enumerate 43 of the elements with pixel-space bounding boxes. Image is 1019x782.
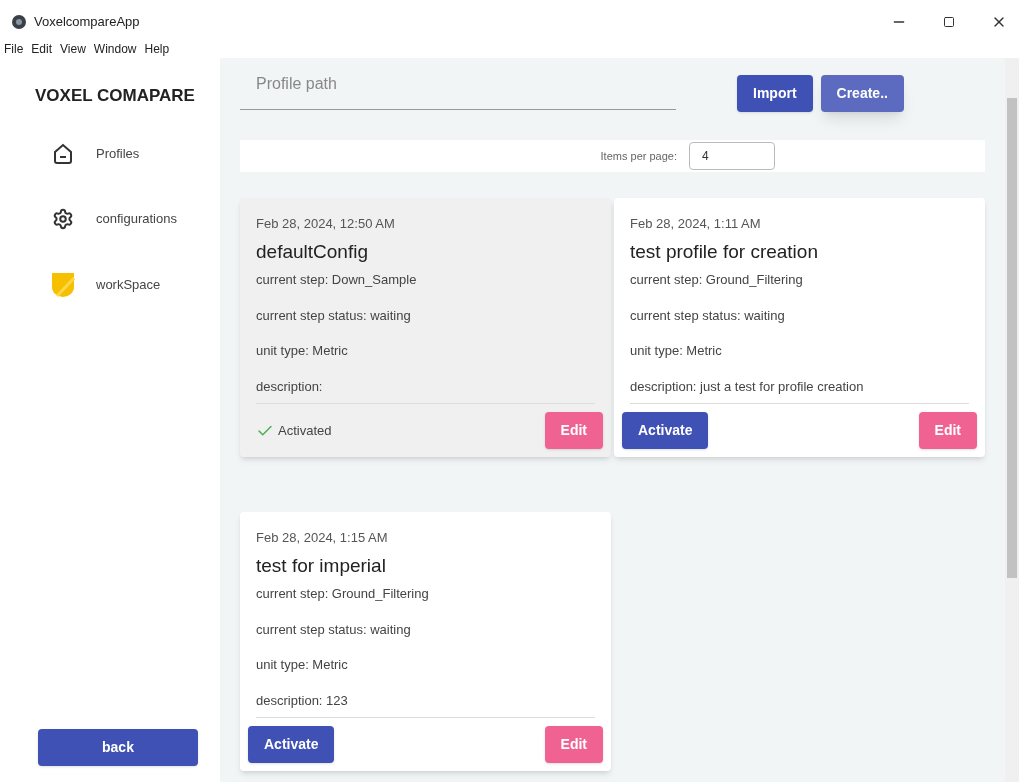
description: description:: [256, 377, 324, 396]
shield-icon: [51, 271, 75, 298]
unit-type: unit type: Metric: [630, 342, 723, 360]
unit-type: unit type: Metric: [256, 656, 349, 674]
step-status: current step status: waiting: [630, 306, 786, 325]
back-button[interactable]: back: [38, 729, 198, 766]
profile-date: Feb 28, 2024, 1:15 AM: [256, 529, 389, 547]
profile-date: Feb 28, 2024, 1:11 AM: [630, 215, 762, 233]
activate-button[interactable]: Activate: [622, 412, 709, 449]
profile-name: test for imperial: [256, 553, 387, 578]
profile-name: defaultConfig: [256, 239, 369, 264]
description: description: 123: [256, 691, 349, 710]
step-status: current step status: waiting: [256, 620, 412, 639]
page-size-select[interactable]: 4: [689, 142, 775, 170]
profile-date: Feb 28, 2024, 12:50 AM: [256, 215, 396, 233]
nav-item[interactable]: configurations: [50, 207, 220, 230]
maximize-icon[interactable]: [943, 16, 955, 28]
current-step: current step: Ground_Filtering: [630, 270, 969, 290]
menu-item[interactable]: Edit: [31, 40, 53, 58]
activated-status: Activated: [278, 421, 332, 440]
items-per-page-label: Items per page:: [600, 148, 677, 164]
profile-path-field[interactable]: Profile path: [240, 58, 676, 110]
menu-item[interactable]: Window: [93, 40, 137, 58]
home-icon: [51, 141, 75, 166]
nav-item[interactable]: workSpace: [50, 271, 220, 298]
activate-button[interactable]: Activate: [248, 726, 335, 763]
profile-name: test profile for creation: [630, 239, 819, 264]
app-heading: VOXEL COMAPARE: [35, 85, 196, 107]
current-step: current step: Down_Sample: [256, 270, 595, 290]
description: description: just a test for profile creation: [630, 377, 865, 396]
window-title: VoxelcompareApp: [34, 13, 140, 32]
menu-item[interactable]: View: [60, 40, 86, 58]
settings-icon: [52, 207, 74, 230]
current-step: current step: Ground_Filtering: [256, 584, 595, 604]
create-button[interactable]: Create..: [820, 75, 904, 112]
menu-item[interactable]: Help: [144, 40, 170, 58]
app-logo-icon: [12, 15, 26, 29]
step-status: current step status: waiting: [256, 306, 412, 325]
unit-type: unit type: Metric: [256, 342, 349, 360]
nav-item[interactable]: Profiles: [50, 141, 220, 166]
scrollbar[interactable]: [1005, 58, 1019, 782]
menu-item[interactable]: File: [4, 40, 24, 58]
import-button[interactable]: Import: [737, 75, 813, 112]
